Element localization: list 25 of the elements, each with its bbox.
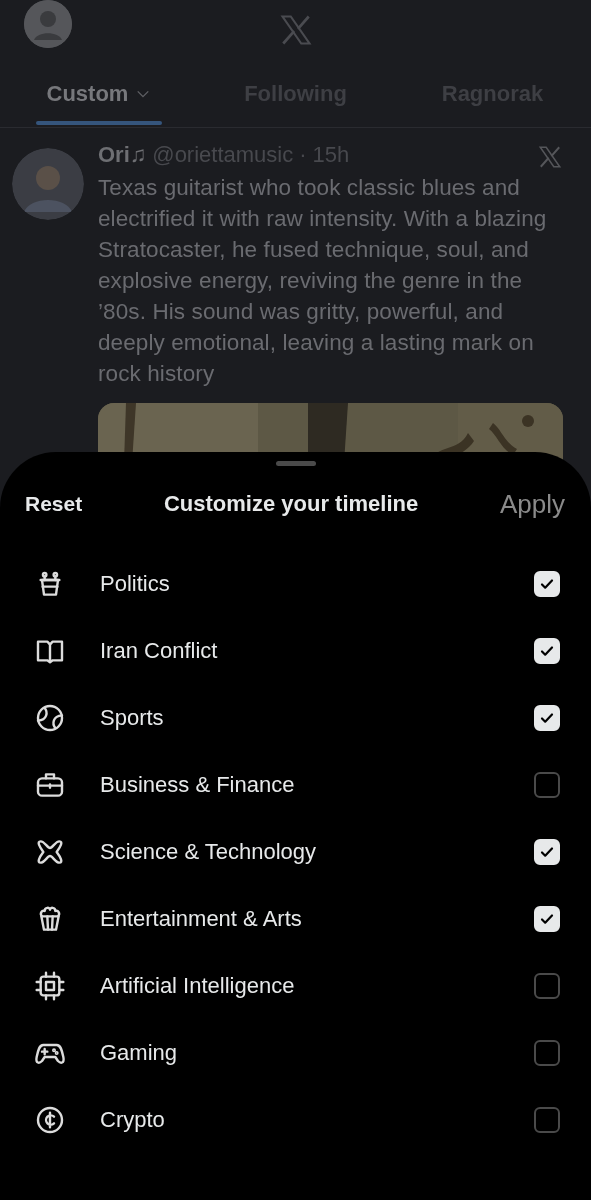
checkbox[interactable] bbox=[534, 972, 560, 999]
author-name[interactable]: Ori♫ bbox=[98, 142, 147, 168]
post-text: Texas guitarist who took classic blues and electrified it with raw intensity. With a blazing Stratocaster, he fused technique, soul, and explosive energy, reviving the genre in the ’80s. His sound was gritty, powerful, and deeply emotional, leaving a lasting mark on rock history bbox=[98, 174, 548, 388]
checkbox[interactable] bbox=[534, 1039, 560, 1066]
checkbox[interactable] bbox=[534, 1106, 560, 1133]
topic-label: Sports bbox=[100, 704, 165, 731]
feed-tab[interactable]: Custom bbox=[0, 60, 197, 127]
drag-handle[interactable] bbox=[275, 461, 316, 466]
checkbox[interactable] bbox=[534, 771, 560, 798]
sheet-title: Customize your timeline bbox=[163, 491, 419, 517]
topic-label: Iran Conflict bbox=[100, 637, 219, 664]
topic-label: Politics bbox=[100, 570, 171, 597]
separator-dot: · bbox=[299, 142, 307, 168]
topic-label: Entertainment & Arts bbox=[100, 905, 303, 932]
reset-button[interactable]: Reset bbox=[25, 492, 83, 516]
chip-icon bbox=[34, 969, 66, 1002]
topic-label: Crypto bbox=[100, 1106, 166, 1133]
topic-label: Artificial Intelligence bbox=[100, 972, 296, 999]
x-logo-icon bbox=[537, 144, 563, 170]
topic-label: Business & Finance bbox=[100, 771, 296, 798]
apply-button[interactable]: Apply bbox=[499, 488, 565, 520]
topic-label: Science & Technology bbox=[100, 838, 318, 865]
topic-label: Gaming bbox=[100, 1039, 179, 1066]
user-avatar[interactable] bbox=[12, 148, 84, 220]
profile-avatar[interactable] bbox=[24, 0, 72, 48]
